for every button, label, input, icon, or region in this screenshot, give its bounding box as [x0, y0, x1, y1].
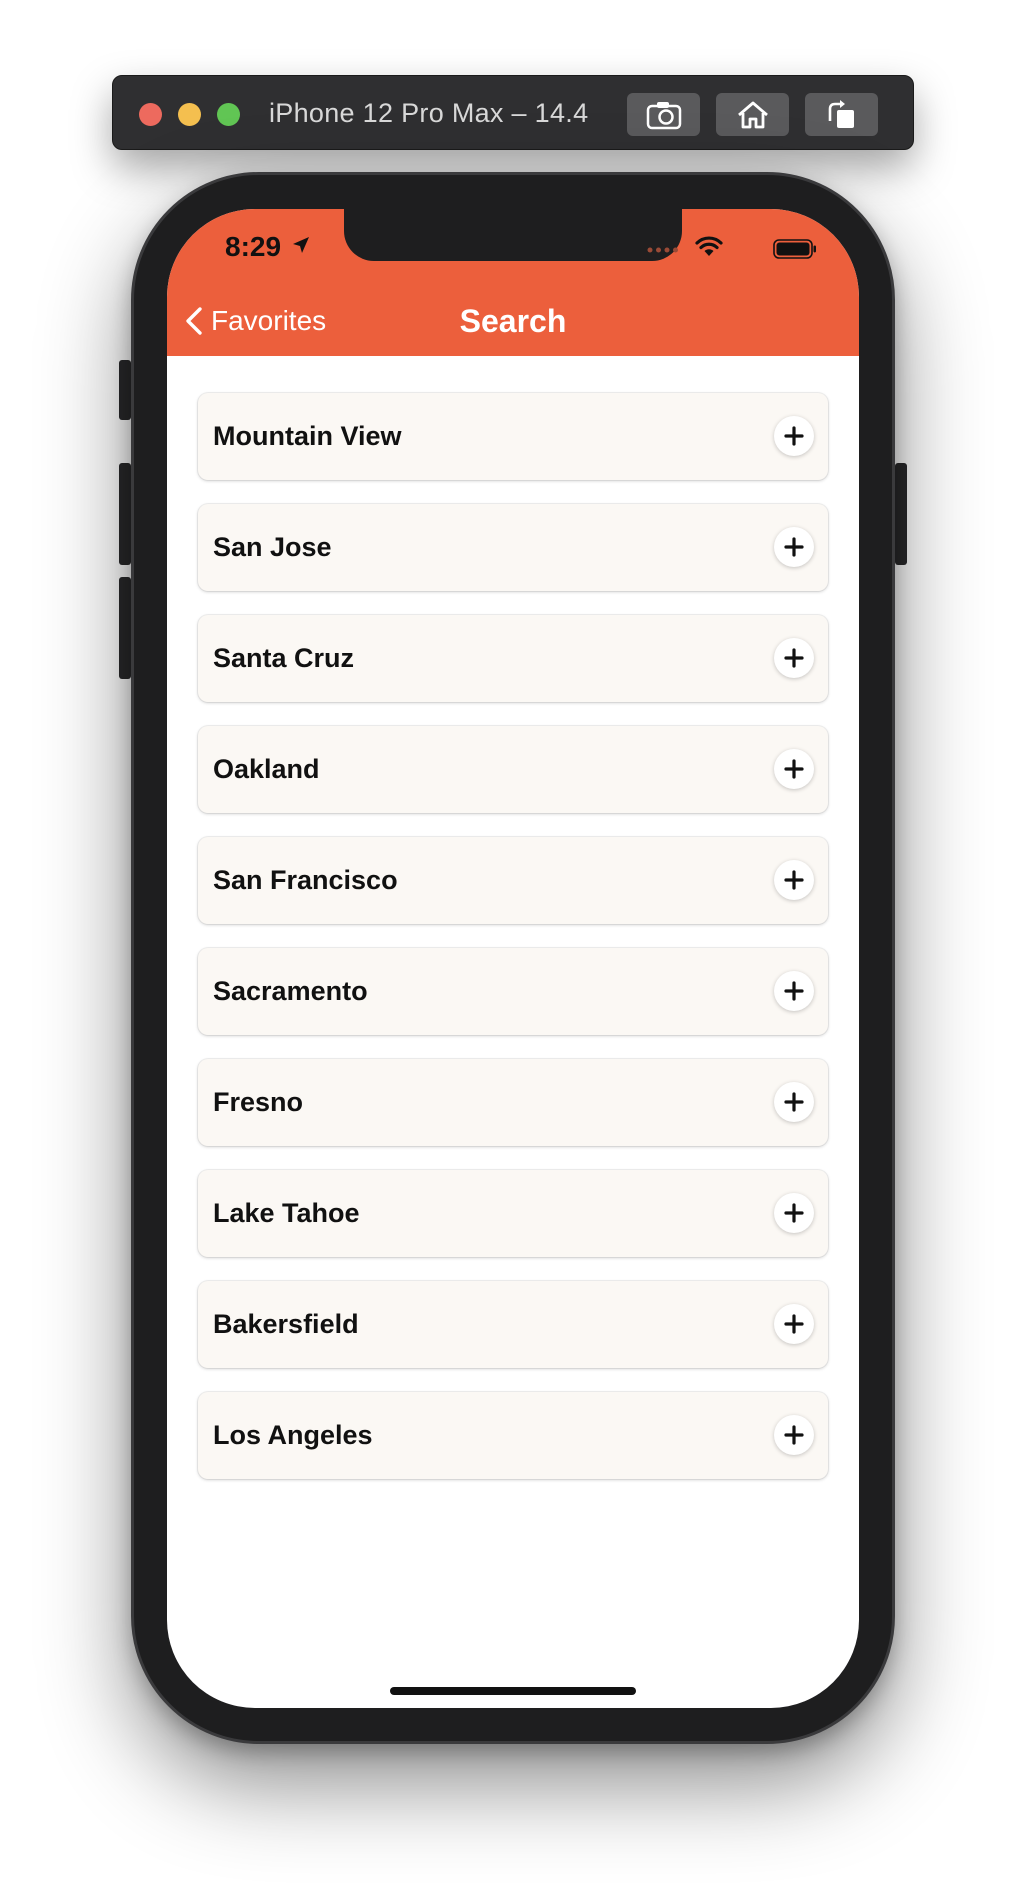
city-row[interactable]: Sacramento	[198, 948, 828, 1035]
add-city-button[interactable]	[774, 416, 814, 456]
mute-switch	[119, 360, 131, 420]
plus-icon	[784, 1314, 804, 1334]
add-city-button[interactable]	[774, 527, 814, 567]
notch	[344, 209, 682, 261]
home-button[interactable]	[716, 93, 789, 136]
camera-icon	[646, 101, 681, 129]
home-indicator	[390, 1687, 636, 1695]
volume-up-button	[119, 463, 131, 565]
rotate-icon	[828, 99, 854, 128]
page-title: Search	[459, 303, 567, 339]
city-row[interactable]: Mountain View	[198, 393, 828, 480]
simulator-title-bar: iPhone 12 Pro Max – 14.4	[112, 75, 914, 150]
minimize-window-button[interactable]	[178, 103, 201, 126]
add-city-button[interactable]	[774, 1304, 814, 1344]
plus-icon	[784, 1425, 804, 1445]
plus-icon	[784, 981, 804, 1001]
city-name: Oakland	[213, 754, 320, 784]
city-name: San Francisco	[213, 865, 398, 895]
status-time: 8:29	[225, 231, 282, 262]
plus-icon	[784, 426, 804, 446]
plus-icon	[784, 1092, 804, 1112]
navigation-header: 8:29 Favorites Search	[167, 209, 859, 356]
add-city-button[interactable]	[774, 971, 814, 1011]
add-city-button[interactable]	[774, 749, 814, 789]
close-window-button[interactable]	[139, 103, 162, 126]
volume-down-button	[119, 577, 131, 679]
plus-icon	[784, 870, 804, 890]
city-name: Bakersfield	[213, 1309, 359, 1339]
add-city-button[interactable]	[774, 860, 814, 900]
plus-icon	[784, 759, 804, 779]
add-city-button[interactable]	[774, 1082, 814, 1122]
signal-dots-icon	[647, 247, 678, 253]
city-row[interactable]: Bakersfield	[198, 1281, 828, 1368]
city-name: Santa Cruz	[213, 643, 355, 673]
city-name: Mountain View	[213, 421, 402, 451]
plus-icon	[784, 648, 804, 668]
city-row[interactable]: Santa Cruz	[198, 615, 828, 702]
simulator-title: iPhone 12 Pro Max – 14.4	[269, 98, 589, 128]
home-icon	[737, 101, 768, 128]
city-name: Sacramento	[213, 976, 368, 1006]
add-city-button[interactable]	[774, 1415, 814, 1455]
city-row[interactable]: Los Angeles	[198, 1392, 828, 1479]
rotate-button[interactable]	[805, 93, 878, 136]
city-list: Mountain View San Jose Santa Cruz Oakland Sa…	[198, 393, 828, 1503]
city-name: Los Angeles	[213, 1420, 373, 1450]
add-city-button[interactable]	[774, 638, 814, 678]
wifi-icon	[695, 236, 723, 256]
city-name: San Jose	[213, 532, 332, 562]
city-row[interactable]: San Francisco	[198, 837, 828, 924]
city-row[interactable]: San Jose	[198, 504, 828, 591]
city-name: Lake Tahoe	[213, 1198, 360, 1228]
battery-icon	[773, 239, 816, 259]
city-row[interactable]: Oakland	[198, 726, 828, 813]
plus-icon	[784, 1203, 804, 1223]
power-button	[895, 463, 907, 565]
city-name: Fresno	[213, 1087, 304, 1117]
plus-icon	[784, 537, 804, 557]
zoom-window-button[interactable]	[217, 103, 240, 126]
city-row[interactable]: Fresno	[198, 1059, 828, 1146]
add-city-button[interactable]	[774, 1193, 814, 1233]
location-arrow-icon	[293, 237, 309, 253]
app-screen: 8:29 Favorites Search Mountain View San …	[167, 209, 859, 1708]
city-row[interactable]: Lake Tahoe	[198, 1170, 828, 1257]
screenshot-button[interactable]	[627, 93, 700, 136]
